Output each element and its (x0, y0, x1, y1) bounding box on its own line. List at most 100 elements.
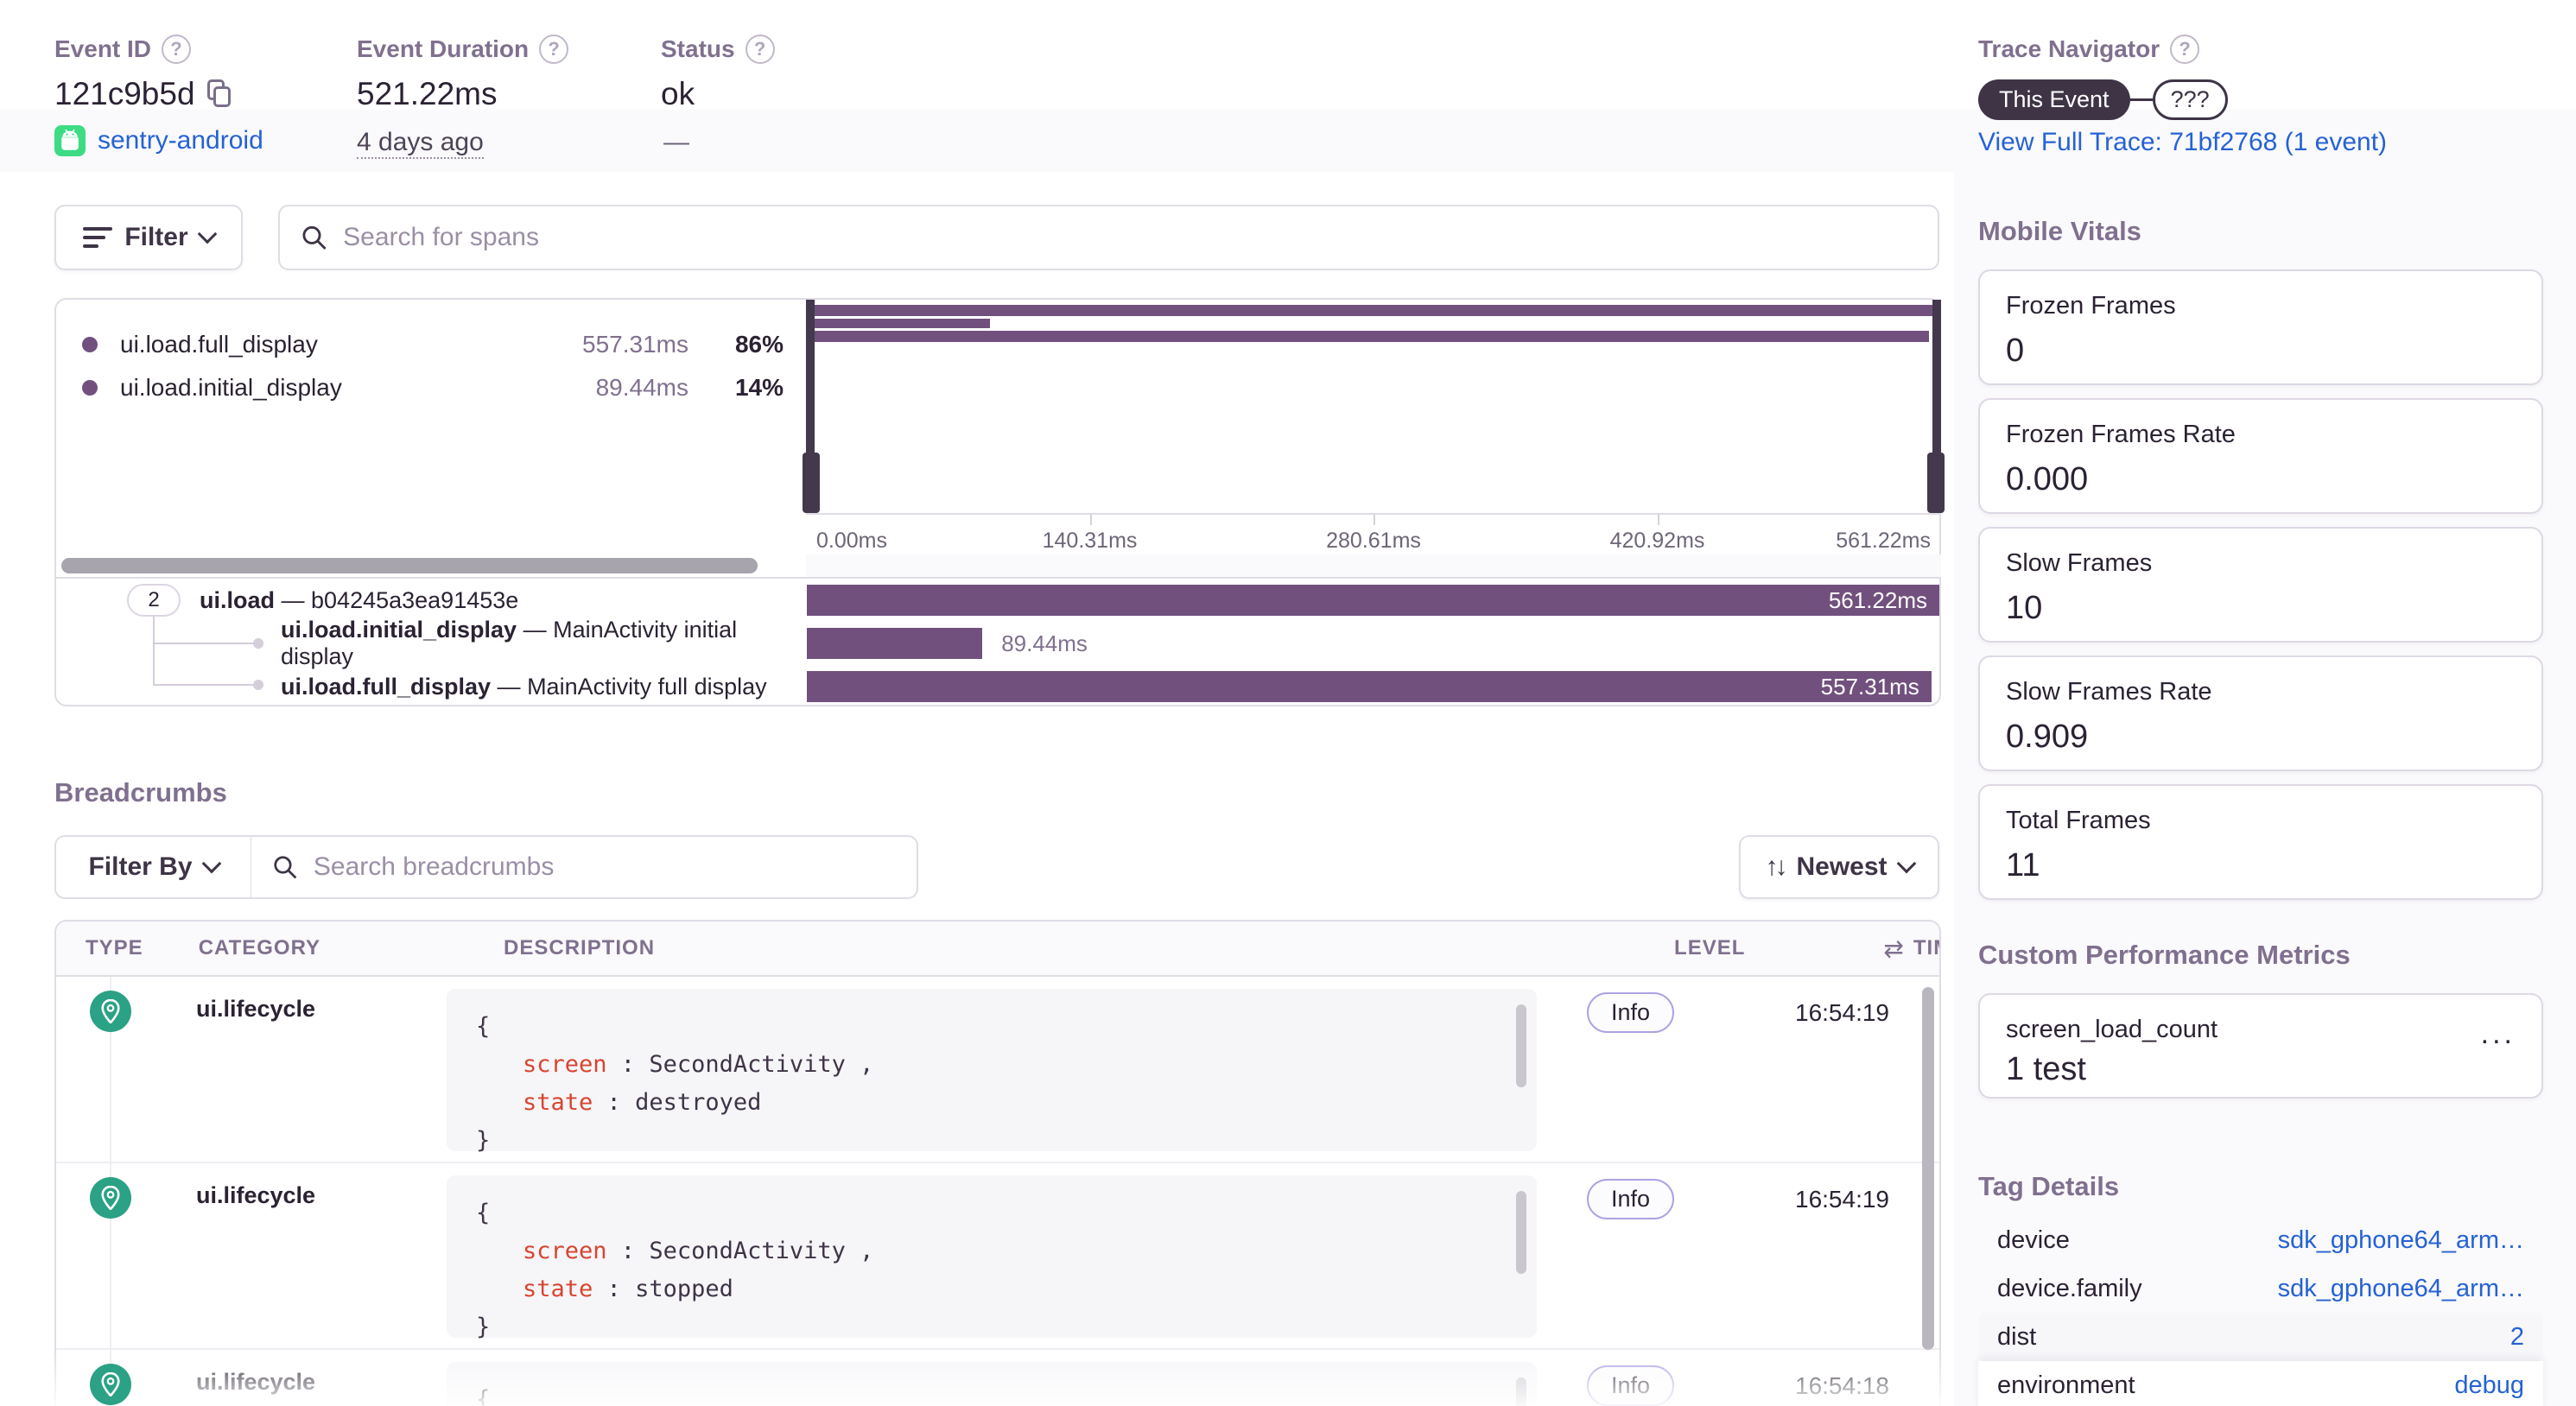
help-icon[interactable]: ? (539, 35, 569, 64)
breadcrumb-row[interactable]: ui.lifecycle { screen : SecondActivity ,… (56, 1163, 1939, 1350)
tag-key: device.family (1997, 1274, 2142, 1302)
pin-icon (90, 991, 131, 1032)
code-sep: : (593, 1276, 636, 1302)
breadcrumb-row[interactable]: ui.lifecycle { screen : SecondActivity ,… (56, 977, 1939, 1163)
code-scrollbar[interactable] (1516, 1378, 1526, 1406)
code-value: SecondActivity , (649, 1238, 874, 1264)
breadcrumb-code[interactable]: { screen : SecondActivity , state : dest… (447, 989, 1537, 1154)
mobile-vitals-title: Mobile Vitals (1978, 216, 2141, 246)
breadcrumb-row[interactable]: ui.lifecycle { Info 16:54:18 (56, 1350, 1939, 1406)
help-icon[interactable]: ? (162, 35, 192, 64)
tag-key: dist (1997, 1322, 2037, 1351)
span-count-badge[interactable]: 2 (127, 584, 181, 617)
span-desc: MainActivity full display (527, 673, 767, 700)
copy-icon[interactable] (206, 79, 233, 109)
trace-navigator-label: Trace Navigator (1978, 35, 2160, 62)
trace-waterfall-panel: ui.load.full_display 557.31ms 86% ui.loa… (54, 298, 1945, 708)
span-row[interactable]: ui.load.full_display — MainActivity full… (56, 665, 1939, 708)
vital-value: 0.909 (2006, 719, 2089, 755)
span-row[interactable]: ui.load.initial_display — MainActivity i… (56, 617, 1939, 669)
span-legend: ui.load.full_display 557.31ms 86% ui.loa… (56, 300, 806, 513)
minimap-left-grip[interactable] (803, 453, 820, 513)
trace-connector (2129, 98, 2153, 101)
col-time[interactable]: TIME (1913, 936, 1939, 960)
code-key: state (523, 1089, 593, 1116)
pin-icon (90, 1364, 131, 1405)
tag-row: dist 2 (1978, 1313, 2543, 1361)
col-type: TYPE (86, 936, 143, 960)
breadcrumb-sort-button[interactable]: ↑↓ Newest (1739, 835, 1939, 899)
code-value: stopped (635, 1276, 733, 1302)
vital-value: 0.000 (2006, 461, 2089, 497)
breadcrumb-code[interactable]: { (447, 1362, 1537, 1406)
legend-duration: 557.31ms (582, 331, 688, 358)
breadcrumb-filter-button[interactable]: Filter By (54, 835, 251, 899)
vital-label: Slow Frames (2006, 549, 2153, 577)
vital-label: Frozen Frames Rate (2006, 421, 2236, 448)
breadcrumb-code[interactable]: { screen : SecondActivity , state : stop… (447, 1175, 1537, 1340)
breadcrumb-search[interactable] (251, 835, 918, 899)
vital-card-total-frames[interactable]: Total Frames 11 (1978, 784, 2543, 900)
legend-item[interactable]: ui.load.initial_display 89.44ms 14% (82, 374, 806, 402)
span-bar[interactable]: 561.22ms (807, 585, 1939, 616)
span-op: ui.load.full_display (281, 673, 492, 700)
time-sort-icon[interactable]: ⇄ (1883, 934, 1904, 963)
help-icon[interactable]: ? (2170, 35, 2200, 64)
help-icon[interactable]: ? (745, 35, 775, 64)
legend-item[interactable]: ui.load.full_display 557.31ms 86% (82, 331, 806, 358)
status-value: ok (661, 76, 695, 111)
vital-card-frozen-frames[interactable]: Frozen Frames 0 (1978, 269, 2543, 385)
tag-value-link[interactable]: 2 (2510, 1323, 2524, 1352)
project-link[interactable]: sentry-android (54, 125, 263, 156)
minimap-right-grip[interactable] (1927, 453, 1945, 513)
filter-icon (83, 227, 113, 248)
next-event-pill[interactable]: ??? (2152, 79, 2228, 120)
span-bar[interactable]: 557.31ms (807, 671, 1932, 702)
vital-card-slow-frames[interactable]: Slow Frames 10 (1978, 527, 2543, 643)
vital-card-slow-frames-rate[interactable]: Slow Frames Rate 0.909 (1978, 656, 2543, 771)
vital-label: Slow Frames Rate (2006, 678, 2212, 706)
span-search[interactable] (278, 205, 1939, 270)
span-search-input[interactable] (343, 223, 1917, 252)
tag-value-link[interactable]: debug (2454, 1371, 2524, 1400)
span-filter-button[interactable]: Filter (54, 205, 243, 270)
span-tree: 2 ui.load — b04245a3ea91453e 561.22ms ui… (56, 579, 1939, 708)
trace-navigator: Trace Navigator ? This Event ??? (1978, 35, 2228, 120)
tag-value-link[interactable]: sdk_gphone64_arm… (2278, 1275, 2524, 1303)
view-full-trace-link[interactable]: View Full Trace: 71bf2768 (1 event) (1978, 128, 2387, 157)
event-id-label: Event ID (54, 35, 152, 62)
breadcrumbs-table: TYPE CATEGORY DESCRIPTION LEVEL ⇄ TIME u… (54, 920, 1941, 1406)
breadcrumb-filter-label: Filter By (88, 852, 193, 881)
minimap-bar-full-display (815, 331, 1929, 342)
code-scrollbar[interactable] (1516, 1191, 1526, 1274)
project-name[interactable]: sentry-android (98, 126, 263, 155)
event-age: 4 days ago (357, 128, 484, 159)
event-duration-value: 521.22ms (357, 76, 498, 111)
span-bar[interactable] (807, 628, 983, 659)
axis-tick-label: 0.00ms (816, 529, 887, 553)
breadcrumb-search-input[interactable] (313, 852, 896, 882)
vital-card-frozen-frames-rate[interactable]: Frozen Frames Rate 0.000 (1978, 398, 2543, 514)
minimap-bar-initial-display (815, 319, 990, 328)
span-desc: b04245a3ea91453e (311, 586, 519, 613)
legend-name: ui.load.initial_display (120, 374, 342, 401)
legend-duration: 89.44ms (595, 374, 688, 401)
custom-metric-card[interactable]: screen_load_count ... 1 test (1978, 993, 2543, 1099)
metric-name: screen_load_count (2006, 1016, 2218, 1043)
this-event-pill[interactable]: This Event (1978, 79, 2130, 120)
span-row[interactable]: 2 ui.load — b04245a3ea91453e 561.22ms (56, 579, 1939, 622)
tree-horizontal-scrollbar[interactable] (61, 558, 758, 573)
axis-tick-label: 280.61ms (1326, 529, 1421, 553)
trace-minimap[interactable] (803, 300, 1945, 513)
axis-tick-label: 140.31ms (1042, 529, 1138, 553)
overflow-menu-icon[interactable]: ... (2481, 1017, 2516, 1051)
code-sep: : (606, 1051, 650, 1078)
axis-tick-label: 420.92ms (1609, 529, 1705, 553)
code-close: } (476, 1127, 491, 1154)
code-scrollbar[interactable] (1516, 1004, 1526, 1087)
tag-value-link[interactable]: sdk_gphone64_arm… (2278, 1226, 2524, 1255)
breadcrumbs-scrollbar[interactable] (1922, 987, 1934, 1350)
event-age-value[interactable]: 4 days ago (357, 128, 484, 159)
code-open: { (476, 1386, 491, 1406)
breadcrumbs-title: Breadcrumbs (54, 777, 227, 808)
